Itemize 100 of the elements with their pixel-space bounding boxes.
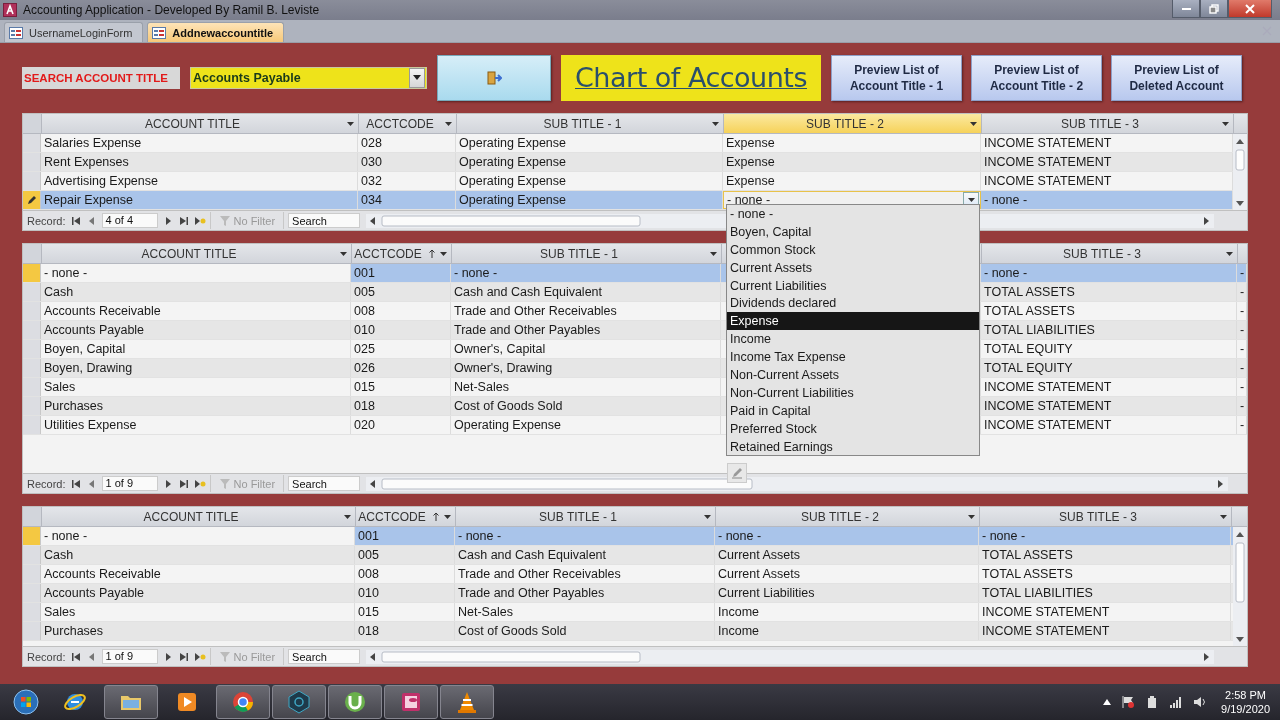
- taskbar-button[interactable]: [328, 685, 382, 719]
- caret-icon[interactable]: [1220, 514, 1227, 519]
- restore-button[interactable]: [1200, 0, 1228, 18]
- table-cell: 001: [355, 527, 455, 545]
- caret-icon[interactable]: [444, 514, 451, 519]
- column-header[interactable]: SUB TITLE - 3: [982, 114, 1234, 133]
- table-row[interactable]: Advertising Expense 032 Operating Expense Expense INCOME STATEMENT: [23, 172, 1233, 191]
- caret-icon[interactable]: [970, 121, 977, 126]
- column-header[interactable]: SUB TITLE - 2: [716, 507, 980, 526]
- table-cell: -: [1237, 302, 1247, 320]
- table-cell: -: [1237, 264, 1247, 282]
- table-row[interactable]: Accounts Receivable 008 Trade and Other Receivables Current Assets TOTAL ASSETS: [23, 565, 1233, 584]
- column-header[interactable]: ACCTCODE: [352, 244, 452, 263]
- new-record-icon[interactable]: [193, 650, 206, 663]
- form-title: Chart of Accounts: [561, 54, 821, 101]
- column-header[interactable]: SUB TITLE - 2: [724, 114, 982, 133]
- caret-icon[interactable]: [1226, 251, 1233, 256]
- taskbar-button[interactable]: [216, 685, 270, 719]
- table-cell: -: [1237, 340, 1247, 358]
- vertical-scrollbar[interactable]: [1233, 527, 1247, 646]
- new-record-icon[interactable]: [193, 214, 206, 227]
- caret-icon[interactable]: [1222, 121, 1229, 126]
- table-row[interactable]: Accounts Payable 010 Trade and Other Payables Current Liabilities TOTAL LIABILITIES: [23, 584, 1233, 603]
- dropdown-option[interactable]: Boyen, Capital: [727, 222, 979, 241]
- record-label: Record:: [27, 477, 66, 490]
- dropdown-button[interactable]: [409, 67, 425, 88]
- record-field[interactable]: 4 of 4: [101, 213, 158, 228]
- table-cell: -: [1237, 283, 1247, 301]
- table-cell: Purchases: [41, 622, 355, 640]
- new-record-icon[interactable]: [193, 477, 206, 490]
- caret-icon[interactable]: [968, 514, 975, 519]
- signal-icon[interactable]: [1169, 696, 1184, 708]
- caret-icon[interactable]: [704, 514, 711, 519]
- column-header[interactable]: SUB TITLE - 1: [452, 244, 722, 263]
- table-cell: Operating Expense: [456, 172, 723, 190]
- dropdown-option[interactable]: Common Stock: [727, 240, 979, 259]
- horizontal-scrollbar[interactable]: [366, 649, 1215, 664]
- column-header[interactable]: ACCOUNT TITLE: [42, 507, 356, 526]
- table-row[interactable]: Salaries Expense 028 Operating Expense Expense INCOME STATEMENT: [23, 134, 1233, 153]
- first-record-icon[interactable]: [69, 650, 82, 663]
- search-field[interactable]: Search: [288, 649, 361, 664]
- table-cell: TOTAL ASSETS: [981, 283, 1237, 301]
- taskbar-button[interactable]: [384, 685, 438, 719]
- table-cell: 008: [355, 565, 455, 583]
- caret-icon[interactable]: [440, 251, 447, 256]
- column-header[interactable]: SUB TITLE - 1: [456, 507, 716, 526]
- last-record-icon[interactable]: [177, 214, 190, 227]
- column-header[interactable]: ACCTCODE: [356, 507, 456, 526]
- table-row[interactable]: Repair Expense 034 Operating Expense - none - - none -: [23, 191, 1233, 210]
- document-tab[interactable]: UsernameLoginForm: [4, 22, 144, 42]
- caret-icon[interactable]: [347, 121, 354, 126]
- volume-icon[interactable]: [1193, 696, 1208, 708]
- table-row[interactable]: Rent Expenses 030 Operating Expense Expense INCOME STATEMENT: [23, 153, 1233, 172]
- minimize-button[interactable]: [1172, 0, 1200, 18]
- close-button[interactable]: [1228, 0, 1272, 18]
- column-header[interactable]: SUB TITLE - 3: [980, 507, 1232, 526]
- table-row[interactable]: Purchases 018 Cost of Goods Sold Income INCOME STATEMENT: [23, 622, 1233, 641]
- search-combo[interactable]: Accounts Payable: [190, 66, 427, 89]
- row-selector[interactable]: [23, 191, 41, 209]
- table-cell: Utilities Expense: [41, 416, 351, 434]
- up-arrow-icon[interactable]: [1103, 699, 1112, 705]
- column-header[interactable]: ACCTCODE: [359, 114, 457, 133]
- clock-date[interactable]: 9/19/2020: [1221, 702, 1270, 716]
- column-header[interactable]: SUB TITLE - 3: [982, 244, 1238, 263]
- table-row[interactable]: - none - 001 - none - - none - - none -: [23, 527, 1233, 546]
- column-header[interactable]: ACCOUNT TITLE: [42, 244, 352, 263]
- search-field[interactable]: Search: [288, 213, 361, 228]
- caret-icon[interactable]: [340, 251, 347, 256]
- caret-icon[interactable]: [344, 514, 351, 519]
- sort-ascending-icon[interactable]: [432, 511, 440, 522]
- caret-icon[interactable]: [710, 251, 717, 256]
- browser-icon: [231, 690, 255, 714]
- last-record-icon[interactable]: [177, 650, 190, 663]
- last-record-icon[interactable]: [177, 477, 190, 490]
- table-cell: Accounts Receivable: [41, 565, 355, 583]
- exit-button[interactable]: [437, 54, 551, 101]
- dropdown-option[interactable]: Preferred Stock: [727, 419, 979, 438]
- taskbar-button[interactable]: [104, 685, 158, 719]
- caret-icon[interactable]: [445, 121, 452, 126]
- document-tab[interactable]: Addnewaccountitle: [147, 22, 285, 42]
- flag-icon[interactable]: [1121, 695, 1136, 709]
- dropdown-option[interactable]: Expense: [727, 312, 979, 331]
- vertical-scrollbar[interactable]: [1233, 134, 1247, 210]
- dropdown-option[interactable]: Retained Earnings: [727, 437, 979, 456]
- sort-ascending-icon[interactable]: [428, 248, 436, 259]
- table-row[interactable]: Cash 005 Cash and Cash Equivalent Current Assets TOTAL ASSETS: [23, 546, 1233, 565]
- search-field[interactable]: Search: [288, 476, 361, 491]
- first-record-icon[interactable]: [69, 477, 82, 490]
- first-record-icon[interactable]: [69, 214, 82, 227]
- record-field[interactable]: 1 of 9: [101, 649, 158, 664]
- horizontal-scrollbar[interactable]: [366, 476, 1229, 491]
- preview-button[interactable]: Preview List of Account Title - 1: [831, 54, 962, 101]
- clock-time[interactable]: 2:58 PM: [1225, 688, 1266, 702]
- preview-button[interactable]: Preview List of Deleted Account: [1111, 54, 1242, 101]
- caret-icon[interactable]: [712, 121, 719, 126]
- record-field[interactable]: 1 of 9: [101, 476, 158, 491]
- preview-button[interactable]: Preview List of Account Title - 2: [971, 54, 1102, 101]
- table-cell: 018: [355, 622, 455, 640]
- table-row[interactable]: Sales 015 Net-Sales Income INCOME STATEMENT: [23, 603, 1233, 622]
- column-header[interactable]: ACCOUNT TITLE: [42, 114, 359, 133]
